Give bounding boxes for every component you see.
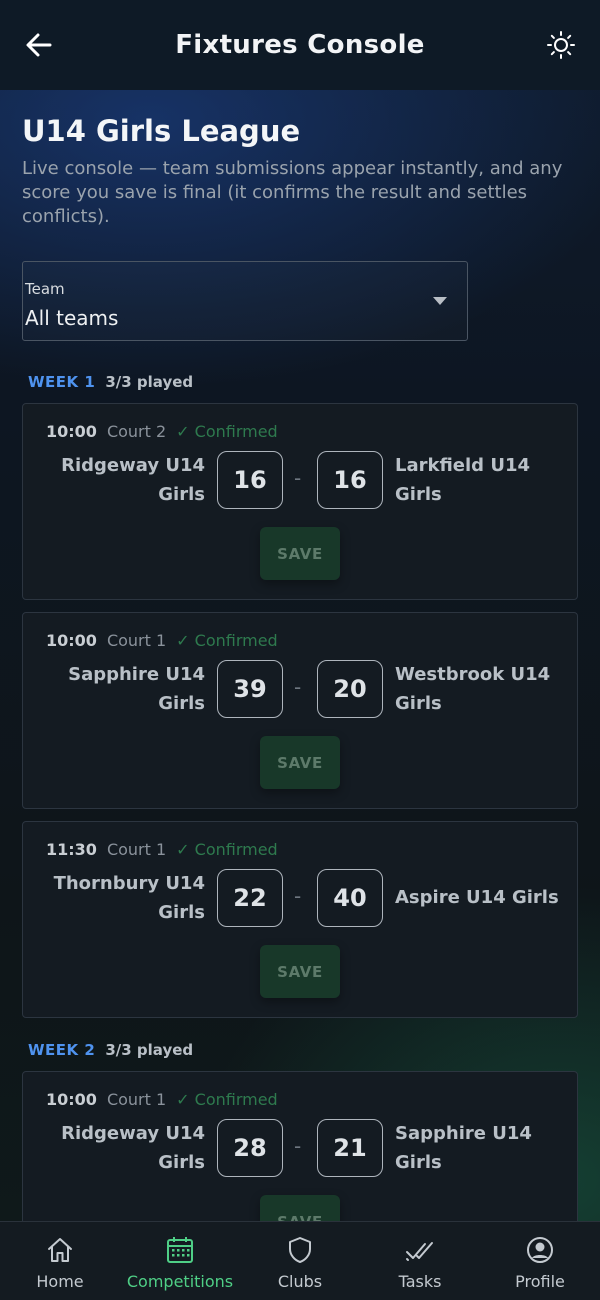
away-team-name: Aspire U14 Girls — [395, 887, 559, 908]
home-icon — [48, 1238, 72, 1262]
fixture-time: 10:00 — [46, 631, 97, 650]
score-separator: - — [294, 884, 302, 908]
fixture-card: 10:00 Court 1 ✓ Confirmed Sapphire U14 G… — [22, 612, 578, 809]
home-team-name: Ridgeway U14 Girls — [61, 455, 205, 505]
nav-label: Competitions — [126, 1272, 234, 1291]
home-score-input[interactable]: 16 — [217, 451, 283, 509]
score-separator: - — [294, 466, 302, 490]
nav-label: Tasks — [398, 1272, 442, 1291]
fixture-court: Court 2 — [106, 422, 167, 441]
nav-label: Home — [36, 1272, 84, 1291]
away-score-input[interactable]: 40 — [317, 869, 383, 927]
fixture-time: 11:30 — [46, 840, 97, 859]
home-score-input[interactable]: 39 — [217, 660, 283, 718]
team-filter-label: Team — [25, 280, 65, 298]
save-button[interactable]: SAVE — [260, 945, 340, 998]
fixture-meta: 10:00 Court 1 ✓ Confirmed — [46, 631, 278, 650]
nav-item-clubs[interactable]: Clubs — [240, 1222, 360, 1291]
away-team-name: Westbrook U14 Girls — [395, 664, 551, 714]
week-header: WEEK 1 3/3 played — [28, 373, 193, 391]
save-button[interactable]: SAVE — [260, 527, 340, 580]
score-separator: - — [294, 675, 302, 699]
nav-label: Profile — [515, 1272, 565, 1291]
status-confirmed: ✓ Confirmed — [176, 1090, 278, 1109]
dropdown-caret-icon — [433, 297, 447, 305]
nav-item-profile[interactable]: Profile — [480, 1222, 600, 1291]
team-filter-value: All teams — [25, 306, 119, 330]
week-label: WEEK 2 — [28, 1041, 96, 1059]
theme-toggle-button[interactable] — [544, 28, 578, 62]
home-team-name: Sapphire U14 Girls — [68, 664, 205, 714]
back-button[interactable] — [22, 28, 56, 62]
status-confirmed: ✓ Confirmed — [176, 422, 278, 441]
sun-icon — [547, 31, 575, 59]
page-title: Fixtures Console — [175, 30, 425, 60]
away-score-input[interactable]: 20 — [317, 660, 383, 718]
league-title: U14 Girls League — [22, 114, 301, 148]
week-played-count: 3/3 played — [105, 1041, 194, 1059]
away-team-name: Sapphire U14 Girls — [395, 1123, 532, 1173]
week-label: WEEK 1 — [28, 373, 96, 391]
home-team-name: Ridgeway U14 Girls — [61, 1123, 205, 1173]
away-score-input[interactable]: 16 — [317, 451, 383, 509]
arrow-left-icon — [26, 33, 52, 57]
status-confirmed: ✓ Confirmed — [176, 631, 278, 650]
week-played-count: 3/3 played — [105, 373, 194, 391]
nav-item-home[interactable]: Home — [0, 1222, 120, 1291]
app-header: Fixtures Console — [0, 0, 600, 90]
shield-icon — [289, 1237, 311, 1263]
away-team-name: Larkfield U14 Girls — [395, 455, 530, 505]
fixture-time: 10:00 — [46, 422, 97, 441]
status-confirmed: ✓ Confirmed — [176, 840, 278, 859]
score-separator: - — [294, 1134, 302, 1158]
nav-label: Clubs — [277, 1272, 323, 1291]
fixture-meta: 11:30 Court 1 ✓ Confirmed — [46, 840, 278, 859]
league-description: Live console — team submissions appear i… — [22, 158, 563, 227]
fixture-meta: 10:00 Court 1 ✓ Confirmed — [46, 1090, 278, 1109]
bottom-navigation: Home Competitions Clubs Tasks Profile — [0, 1221, 600, 1300]
save-button[interactable]: SAVE — [260, 736, 340, 789]
home-score-input[interactable]: 28 — [217, 1119, 283, 1177]
fixture-meta: 10:00 Court 2 ✓ Confirmed — [46, 422, 278, 441]
fixture-court: Court 1 — [106, 840, 167, 859]
week-header: WEEK 2 3/3 played — [28, 1041, 193, 1059]
calendar-icon — [167, 1237, 193, 1263]
away-score-input[interactable]: 21 — [317, 1119, 383, 1177]
fixture-card: 10:00 Court 2 ✓ Confirmed Ridgeway U14 G… — [22, 403, 578, 600]
team-filter-select[interactable]: Team All teams — [22, 261, 468, 341]
nav-item-tasks[interactable]: Tasks — [360, 1222, 480, 1291]
account-circle-icon — [527, 1237, 553, 1263]
fixture-court: Court 1 — [106, 1090, 167, 1109]
home-score-input[interactable]: 22 — [217, 869, 283, 927]
fixture-court: Court 1 — [106, 631, 167, 650]
fixture-card: 11:30 Court 1 ✓ Confirmed Thornbury U14 … — [22, 821, 578, 1018]
nav-item-competitions[interactable]: Competitions — [120, 1222, 240, 1291]
fixture-time: 10:00 — [46, 1090, 97, 1109]
home-team-name: Thornbury U14 Girls — [53, 873, 205, 923]
double-check-icon — [406, 1242, 433, 1261]
